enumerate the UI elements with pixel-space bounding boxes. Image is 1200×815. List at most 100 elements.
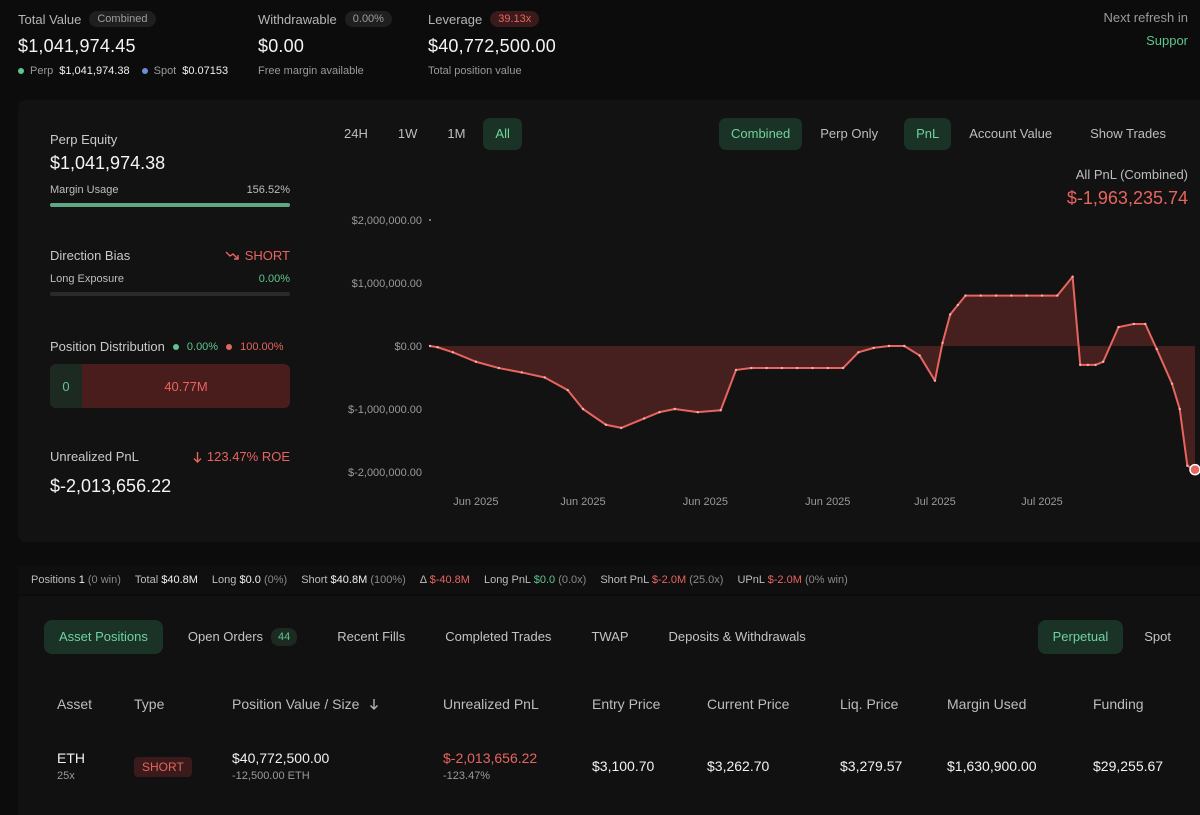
metric-tab-pnl[interactable]: PnL <box>904 118 952 150</box>
col-margin-used[interactable]: Margin Used <box>947 696 1026 712</box>
margin-usage-bar <box>50 203 290 207</box>
show-trades-toggle[interactable]: Show Trades <box>1078 118 1178 150</box>
tab-deposits-withdrawals[interactable]: Deposits & Withdrawals <box>654 620 821 654</box>
withdrawable-value: $0.00 <box>258 36 305 56</box>
col-type[interactable]: Type <box>134 696 164 712</box>
summary-delta-label: Δ <box>419 574 427 586</box>
asset-symbol: ETH <box>57 750 85 766</box>
data-point <box>581 407 585 411</box>
row-upnl-pct: -123.47% <box>443 770 491 782</box>
range-tab-24h[interactable]: 24H <box>332 118 380 150</box>
summary-longpnl-label: Long PnL <box>483 574 531 586</box>
pnl-chart[interactable]: $2,000,000.00 $1,000,000.00 $0.00 $-1,000,0… <box>320 200 1200 520</box>
tab-recent-fills[interactable]: Recent Fills <box>322 620 420 654</box>
data-point <box>673 407 676 411</box>
total-value-breakdown: Perp $1,041,974.38 Spot $0.07153 <box>18 65 228 77</box>
col-liq-price[interactable]: Liq. Price <box>840 696 898 712</box>
perp-label: Perp <box>30 65 54 77</box>
summary-delta-value: $-40.8M <box>429 574 470 586</box>
y-tick-label: $1,000,000.00 <box>352 278 422 290</box>
col-asset[interactable]: Asset <box>57 696 92 712</box>
position-distribution-header: Position Distribution 0.00% 100.00% <box>50 339 290 354</box>
summary-shortpnl-value: $-2.0M <box>651 574 687 586</box>
data-point <box>872 346 875 350</box>
y-tick-label: $-1,000,000.00 <box>348 404 422 416</box>
tab-completed-trades[interactable]: Completed Trades <box>430 620 566 654</box>
tab-twap[interactable]: TWAP <box>576 620 643 654</box>
data-point <box>1010 294 1013 297</box>
support-link[interactable]: Suppor <box>1103 33 1188 48</box>
summary-positions-win: (0 win) <box>87 574 121 586</box>
perp-value: $1,041,974.38 <box>59 65 130 77</box>
data-point <box>964 294 967 297</box>
leverage-stat: Leverage 39.13x $40,772,500.00 Total posi… <box>428 10 556 77</box>
long-exposure-bar <box>50 292 290 296</box>
summary-positions-label: Positions <box>31 574 76 586</box>
unrealized-pnl-card: Unrealized PnL 123.47% ROE $-2,013,656.2… <box>50 449 290 497</box>
total-value-label: Total Value <box>18 11 82 27</box>
data-point <box>956 303 960 307</box>
range-tab-1m[interactable]: 1M <box>435 118 477 150</box>
withdrawable-badge: 0.00% <box>344 11 392 27</box>
col-funding[interactable]: Funding <box>1093 696 1144 712</box>
short-dot-icon <box>226 343 233 350</box>
perp-equity-card: Perp Equity $1,041,974.38 Margin Usage 1… <box>50 132 290 207</box>
col-position-value[interactable]: Position Value / Size <box>232 696 379 712</box>
leverage-value: $40,772,500.00 <box>428 36 556 56</box>
tab-perpetual[interactable]: Perpetual <box>1037 620 1124 654</box>
cell-asset[interactable]: ETH 25x <box>57 750 85 782</box>
pnl-area <box>430 276 1195 470</box>
total-value-badge: Combined <box>89 11 156 27</box>
tab-asset-positions[interactable]: Asset Positions <box>44 620 163 654</box>
data-point <box>451 351 455 354</box>
data-point <box>620 426 623 430</box>
data-point <box>428 344 432 348</box>
summary-long-value: $0.0 <box>239 574 261 586</box>
x-tick-label: Jun 2025 <box>683 496 728 508</box>
col-current-price[interactable]: Current Price <box>707 696 789 712</box>
mode-tab-perp-only[interactable]: Perp Only <box>808 118 890 150</box>
range-tab-all[interactable]: All <box>483 118 522 150</box>
data-point <box>1170 382 1174 385</box>
withdrawable-stat: Withdrawable 0.00% $0.00 Free margin avai… <box>258 10 392 77</box>
metric-tab-account-value[interactable]: Account Value <box>957 118 1064 150</box>
data-point <box>734 368 738 372</box>
summary-upnl-win: (0% win) <box>804 574 848 586</box>
range-tabs: 24H 1W 1M All <box>332 118 522 150</box>
cell-unrealized-pnl: $-2,013,656.22 -123.47% <box>443 750 537 782</box>
summary-short-pct: (100%) <box>370 574 406 586</box>
tab-open-orders-label: Open Orders <box>187 629 264 644</box>
leverage-badge: 39.13x <box>490 11 540 27</box>
summary-shortpnl-x: (25.0x) <box>689 574 724 586</box>
summary-upnl-value: $-2.0M <box>767 574 802 586</box>
tab-spot[interactable]: Spot <box>1129 620 1186 654</box>
col-position-value-label: Position Value / Size <box>232 696 360 712</box>
y-tick-label: $2,000,000.00 <box>352 215 422 227</box>
mode-tab-combined[interactable]: Combined <box>719 118 803 150</box>
cell-position-value: $40,772,500.00 -12,500.00 ETH <box>232 750 329 782</box>
x-tick-label: Jul 2025 <box>1021 496 1063 508</box>
data-point <box>750 366 753 370</box>
roe-value: 123.47% ROE <box>206 449 290 464</box>
direction-bias-value: SHORT <box>244 248 290 263</box>
data-point <box>780 366 784 370</box>
summary-total-label: Total <box>134 574 159 586</box>
cell-entry-price: $3,100.70 <box>592 758 655 774</box>
col-entry-price[interactable]: Entry Price <box>592 696 660 712</box>
short-amount: 40.77M <box>164 378 208 394</box>
cell-funding: $29,255.67 <box>1093 758 1164 774</box>
spot-value: $0.07153 <box>182 65 229 77</box>
range-tab-1w[interactable]: 1W <box>386 118 430 150</box>
summary-positions-value: 1 <box>78 574 85 586</box>
data-point <box>1155 347 1158 351</box>
col-unrealized-pnl[interactable]: Unrealized PnL <box>443 696 539 712</box>
long-exposure-label: Long Exposure <box>50 273 124 285</box>
data-point <box>1071 275 1074 278</box>
long-pct: 0.00% <box>186 340 219 353</box>
tab-open-orders[interactable]: Open Orders 44 <box>173 620 312 654</box>
cell-liq-price: $3,279.57 <box>840 758 903 774</box>
data-point <box>696 410 699 414</box>
short-badge: SHORT <box>134 757 192 777</box>
data-point <box>796 366 799 370</box>
data-point <box>474 360 478 363</box>
